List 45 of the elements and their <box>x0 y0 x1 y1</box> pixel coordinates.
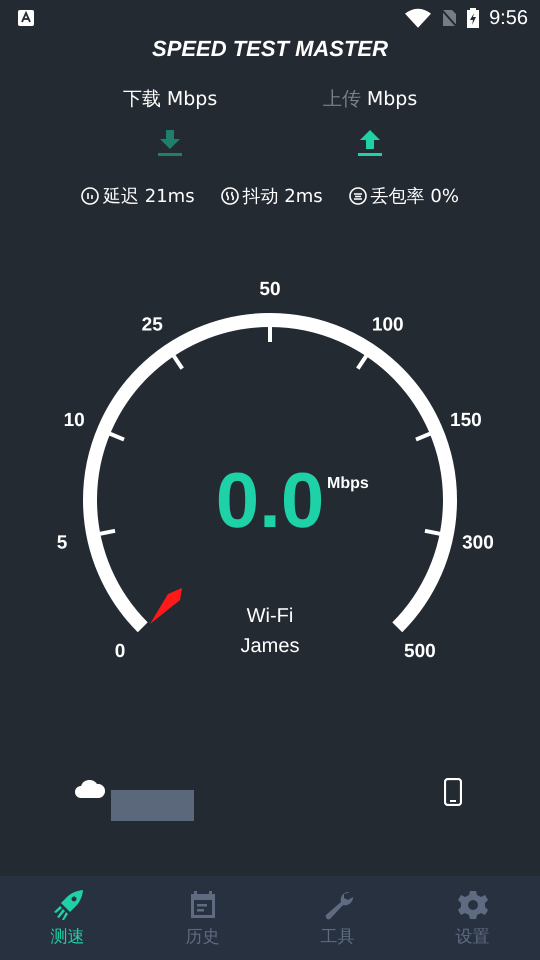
network-name: James <box>240 635 300 657</box>
metric-text: 延迟 21ms <box>103 185 195 208</box>
scale-label: 150 <box>450 410 482 431</box>
nav-tab[interactable]: 历史 <box>135 876 270 960</box>
gauge-tick <box>424 528 443 536</box>
battery-charging-icon <box>467 8 480 28</box>
app-logo: SPEED TEST MASTER <box>152 36 388 62</box>
nav-tab[interactable]: 工具 <box>270 876 405 960</box>
packet-loss-icon <box>348 187 367 205</box>
scale-label: 0 <box>114 640 126 662</box>
scale-label: 10 <box>64 410 85 431</box>
phone-icon <box>444 778 462 806</box>
rocket-icon <box>52 888 84 920</box>
gauge-tick <box>356 352 370 370</box>
gauge-tick <box>268 324 272 342</box>
nav-tab[interactable]: 测速 <box>0 876 135 960</box>
scale-label: 5 <box>56 532 68 554</box>
gauge-tick <box>106 430 125 442</box>
scale-label: 50 <box>259 279 281 300</box>
metric-text: 抖动 2ms <box>242 185 323 208</box>
scale-label: 25 <box>142 314 163 336</box>
status-time: 9:56 <box>489 6 528 30</box>
metric-text: 丢包率 0% <box>370 185 459 208</box>
gauge-tick <box>97 528 116 536</box>
latency-icon <box>81 187 100 205</box>
direction-label: 上传 <box>322 88 361 110</box>
unit-label: Mbps <box>166 88 218 110</box>
speed-unit: Mbps <box>327 475 369 492</box>
scale-label: 500 <box>404 640 436 662</box>
no-sim-icon <box>441 8 458 28</box>
scale-label: 300 <box>462 532 494 554</box>
jitter-icon <box>220 187 239 205</box>
network-type: Wi-Fi <box>246 605 294 627</box>
wifi-icon <box>405 8 432 28</box>
unit-label: Mbps <box>366 88 418 110</box>
settings-icon <box>456 888 488 920</box>
needle <box>150 588 182 624</box>
direction-label: 下载 <box>122 88 161 110</box>
cloud-icon <box>75 778 105 798</box>
gauge-tick <box>415 430 434 442</box>
app-notification-icon <box>18 10 34 26</box>
speed-value: 0.0 <box>216 456 324 544</box>
scale-label: 100 <box>372 314 404 336</box>
nav-tab[interactable]: 设置 <box>405 876 540 960</box>
gauge-tick <box>170 352 184 370</box>
